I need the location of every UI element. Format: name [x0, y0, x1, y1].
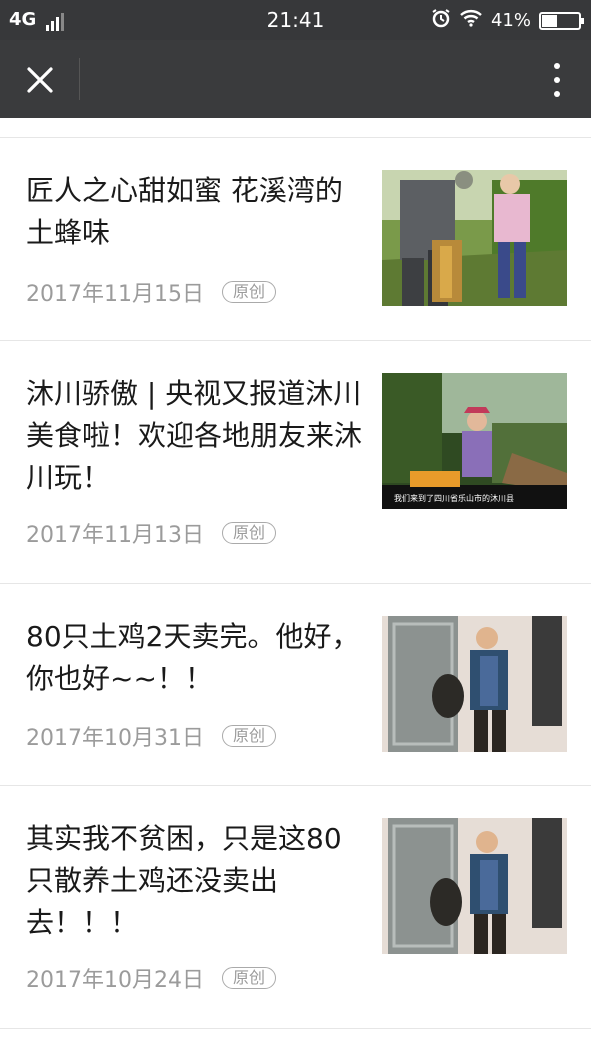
thumbnail-caption: 我们来到了四川省乐山市的沐川县	[394, 493, 514, 503]
article-title: 沐川骄傲 | 央视又报道沐川美食啦！欢迎各地朋友来沐川玩！	[26, 377, 363, 494]
original-badge: 原创	[221, 725, 276, 747]
nav-bar	[0, 40, 591, 118]
article-title: 匠人之心甜如蜜 花溪湾的土蜂味	[26, 174, 343, 249]
article-item[interactable]: 其实我不贫困，只是这80只散养土鸡还没卖出去！！！ 2017年10月24日 原创	[0, 786, 591, 1029]
status-bar: 4G 21:41 41%	[0, 0, 591, 40]
original-badge: 原创	[221, 281, 276, 303]
article-meta: 2017年10月24日 原创	[26, 962, 276, 994]
article-thumbnail	[382, 818, 567, 954]
article-meta: 2017年11月13日 原创	[26, 517, 276, 549]
battery-icon	[539, 11, 584, 30]
article-date: 2017年11月15日	[26, 282, 204, 307]
article-thumbnail: 我们来到了四川省乐山市的沐川县	[382, 373, 567, 509]
more-vertical-icon	[554, 63, 560, 69]
list-top-divider	[0, 118, 591, 138]
wifi-icon	[459, 9, 483, 32]
article-title: 其实我不贫困，只是这80只散养土鸡还没卖出去！！！	[26, 822, 342, 939]
article-date: 2017年10月24日	[26, 968, 204, 993]
article-thumbnail	[382, 616, 567, 752]
nav-divider	[79, 58, 80, 100]
alarm-icon	[431, 8, 451, 33]
article-date: 2017年11月13日	[26, 523, 204, 548]
article-item[interactable]: 80只土鸡2天卖完。他好，你也好~~！！ 2017年10月31日 原创	[0, 584, 591, 786]
close-icon	[27, 67, 53, 93]
article-item[interactable]: 匠人之心甜如蜜 花溪湾的土蜂味 2017年11月15日 原创	[0, 138, 591, 341]
original-badge: 原创	[221, 522, 276, 544]
article-meta: 2017年10月31日 原创	[26, 720, 276, 752]
article-date: 2017年10月31日	[26, 726, 204, 751]
close-button[interactable]	[20, 60, 60, 100]
article-item[interactable]: 沐川骄傲 | 央视又报道沐川美食啦！欢迎各地朋友来沐川玩！ 2017年11月13…	[0, 341, 591, 584]
original-badge: 原创	[221, 967, 276, 989]
battery-percent: 41%	[490, 10, 531, 31]
article-meta: 2017年11月15日 原创	[26, 276, 276, 308]
article-title: 80只土鸡2天卖完。他好，你也好~~！！	[26, 620, 360, 695]
article-list: 匠人之心甜如蜜 花溪湾的土蜂味 2017年11月15日 原创 沐川骄傲 | 央视…	[0, 118, 591, 1029]
article-thumbnail	[382, 170, 567, 306]
more-button[interactable]	[549, 60, 565, 100]
